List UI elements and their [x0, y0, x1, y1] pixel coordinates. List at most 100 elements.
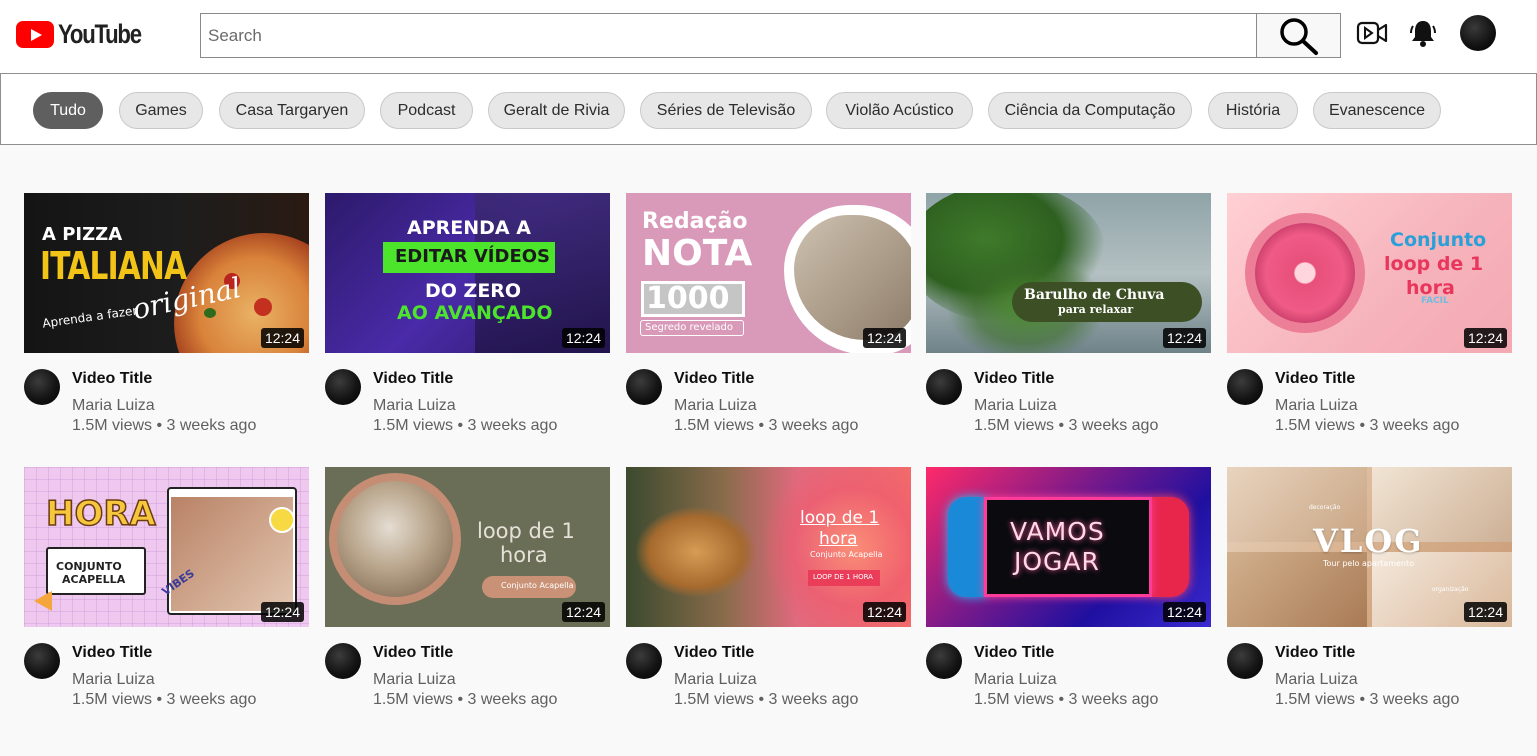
channel-name[interactable]: Maria Luiza: [674, 397, 757, 415]
video-thumbnail[interactable]: APRENDA A EDITAR VÍDEOS DO ZERO AO AVANÇ…: [325, 193, 610, 353]
smiley-sticker: [269, 507, 295, 533]
channel-name[interactable]: Maria Luiza: [974, 397, 1057, 415]
channel-name[interactable]: Maria Luiza: [373, 671, 456, 689]
search-box: [200, 13, 1257, 58]
search-button[interactable]: [1256, 13, 1341, 58]
video-title[interactable]: Video Title: [974, 644, 1054, 662]
video-thumbnail[interactable]: Redação NOTA 1000 Segredo revelado 12:24: [626, 193, 911, 353]
thumb-text: Conjunto Acapella: [501, 581, 574, 590]
video-card[interactable]: Redação NOTA 1000 Segredo revelado 12:24…: [626, 193, 911, 434]
video-card[interactable]: VAMOS JOGAR 12:24 Video Title Maria Luiz…: [926, 467, 1211, 708]
video-card[interactable]: Barulho de Chuva para relaxar 12:24 Vide…: [926, 193, 1211, 434]
video-meta: 1.5M views • 3 weeks ago: [974, 691, 1159, 708]
channel-name[interactable]: Maria Luiza: [1275, 671, 1358, 689]
youtube-logo[interactable]: YouTube: [16, 19, 159, 49]
channel-avatar[interactable]: [1227, 643, 1263, 679]
channel-name[interactable]: Maria Luiza: [674, 671, 757, 689]
video-title[interactable]: Video Title: [674, 370, 754, 388]
create-video-icon: [1356, 21, 1388, 45]
megaphone-icon: [34, 591, 52, 611]
channel-avatar[interactable]: [24, 369, 60, 405]
chip-games[interactable]: Games: [119, 92, 203, 129]
channel-avatar[interactable]: [926, 643, 962, 679]
channel-name[interactable]: Maria Luiza: [974, 671, 1057, 689]
thumb-text: FACIL: [1421, 296, 1449, 306]
chip-podcast[interactable]: Podcast: [380, 92, 473, 129]
chip-tudo[interactable]: Tudo: [33, 92, 103, 129]
channel-name[interactable]: Maria Luiza: [72, 671, 155, 689]
video-duration: 12:24: [1463, 328, 1507, 348]
video-thumbnail[interactable]: Barulho de Chuva para relaxar 12:24: [926, 193, 1211, 353]
channel-avatar[interactable]: [325, 369, 361, 405]
channel-avatar[interactable]: [1227, 369, 1263, 405]
thumb-text: organização: [1432, 586, 1469, 593]
video-duration: 12:24: [1162, 602, 1206, 622]
chip-geralt-de-rivia[interactable]: Geralt de Rivia: [488, 92, 625, 129]
video-duration: 12:24: [260, 328, 304, 348]
thumb-text: DO ZERO: [425, 280, 522, 302]
channel-avatar[interactable]: [626, 643, 662, 679]
video-title[interactable]: Video Title: [373, 370, 453, 388]
chip-ciencia-da-computacao[interactable]: Ciência da Computação: [988, 92, 1192, 129]
thumb-text: para relaxar: [1058, 303, 1134, 316]
video-duration: 12:24: [862, 328, 906, 348]
channel-avatar[interactable]: [626, 369, 662, 405]
video-meta: 1.5M views • 3 weeks ago: [674, 417, 859, 434]
thumb-text: ACAPELLA: [62, 573, 126, 586]
chip-violao-acustico[interactable]: Violão Acústico: [826, 92, 973, 129]
thumb-text: LOOP DE 1 HORA: [813, 573, 873, 581]
video-title[interactable]: Video Title: [72, 370, 152, 388]
video-thumbnail[interactable]: loop de 1 hora Conjunto Acapella 12:24: [325, 467, 610, 627]
search-icon: [1279, 17, 1318, 55]
video-meta: 1.5M views • 3 weeks ago: [72, 417, 257, 434]
video-thumbnail[interactable]: Conjunto loop de 1 hora FACIL 12:24: [1227, 193, 1512, 353]
thumb-text: hora: [500, 543, 548, 567]
chip-series-de-televisao[interactable]: Séries de Televisão: [640, 92, 812, 129]
thumb-text: JOGAR: [1014, 547, 1100, 576]
channel-avatar[interactable]: [926, 369, 962, 405]
video-thumbnail[interactable]: A PIZZA ITALIANA original Aprenda a faze…: [24, 193, 309, 353]
chip-historia[interactable]: História: [1208, 92, 1298, 129]
video-duration: 12:24: [862, 602, 906, 622]
video-title[interactable]: Video Title: [72, 644, 152, 662]
donut-image: [1255, 223, 1355, 323]
channel-avatar[interactable]: [24, 643, 60, 679]
video-thumbnail[interactable]: loop de 1 hora Conjunto Acapella LOOP DE…: [626, 467, 911, 627]
video-card[interactable]: loop de 1 hora Conjunto Acapella 12:24 V…: [325, 467, 610, 708]
video-card[interactable]: VLOG Tour pelo apartamento decoração org…: [1227, 467, 1512, 708]
video-title[interactable]: Video Title: [373, 644, 453, 662]
channel-name[interactable]: Maria Luiza: [72, 397, 155, 415]
video-title[interactable]: Video Title: [674, 644, 754, 662]
violin-photo: [337, 481, 453, 597]
video-title[interactable]: Video Title: [1275, 370, 1355, 388]
account-avatar[interactable]: [1460, 15, 1496, 51]
thumb-text: HORA: [45, 494, 156, 534]
thumb-text: loop de 1: [1384, 253, 1484, 275]
video-card[interactable]: Conjunto loop de 1 hora FACIL 12:24 Vide…: [1227, 193, 1512, 434]
video-meta: 1.5M views • 3 weeks ago: [674, 691, 859, 708]
channel-name[interactable]: Maria Luiza: [1275, 397, 1358, 415]
video-card[interactable]: loop de 1 hora Conjunto Acapella LOOP DE…: [626, 467, 911, 708]
video-card[interactable]: A PIZZA ITALIANA original Aprenda a faze…: [24, 193, 309, 434]
video-title[interactable]: Video Title: [1275, 644, 1355, 662]
video-thumbnail[interactable]: VLOG Tour pelo apartamento decoração org…: [1227, 467, 1512, 627]
video-card[interactable]: HORA CONJUNTO ACAPELLA VIBES 12:24 Video…: [24, 467, 309, 708]
search-input[interactable]: [201, 14, 1257, 57]
thumb-text: loop de 1: [477, 519, 575, 543]
notifications-button[interactable]: [1406, 16, 1440, 50]
channel-avatar[interactable]: [325, 643, 361, 679]
create-video-button[interactable]: [1355, 16, 1389, 50]
video-title[interactable]: Video Title: [974, 370, 1054, 388]
video-thumbnail[interactable]: HORA CONJUNTO ACAPELLA VIBES 12:24: [24, 467, 309, 627]
thumb-text: Aprenda a fazer: [41, 303, 139, 331]
video-thumbnail[interactable]: VAMOS JOGAR 12:24: [926, 467, 1211, 627]
guitar-image: [636, 507, 756, 597]
chip-casa-targaryen[interactable]: Casa Targaryen: [219, 92, 365, 129]
joycon-right: [1151, 497, 1189, 597]
video-card[interactable]: APRENDA A EDITAR VÍDEOS DO ZERO AO AVANÇ…: [325, 193, 610, 434]
thumb-text: NOTA: [642, 233, 753, 274]
channel-name[interactable]: Maria Luiza: [373, 397, 456, 415]
chip-evanescence[interactable]: Evanescence: [1313, 92, 1441, 129]
thumb-text: Conjunto: [1390, 229, 1487, 251]
joycon-left: [948, 497, 986, 597]
